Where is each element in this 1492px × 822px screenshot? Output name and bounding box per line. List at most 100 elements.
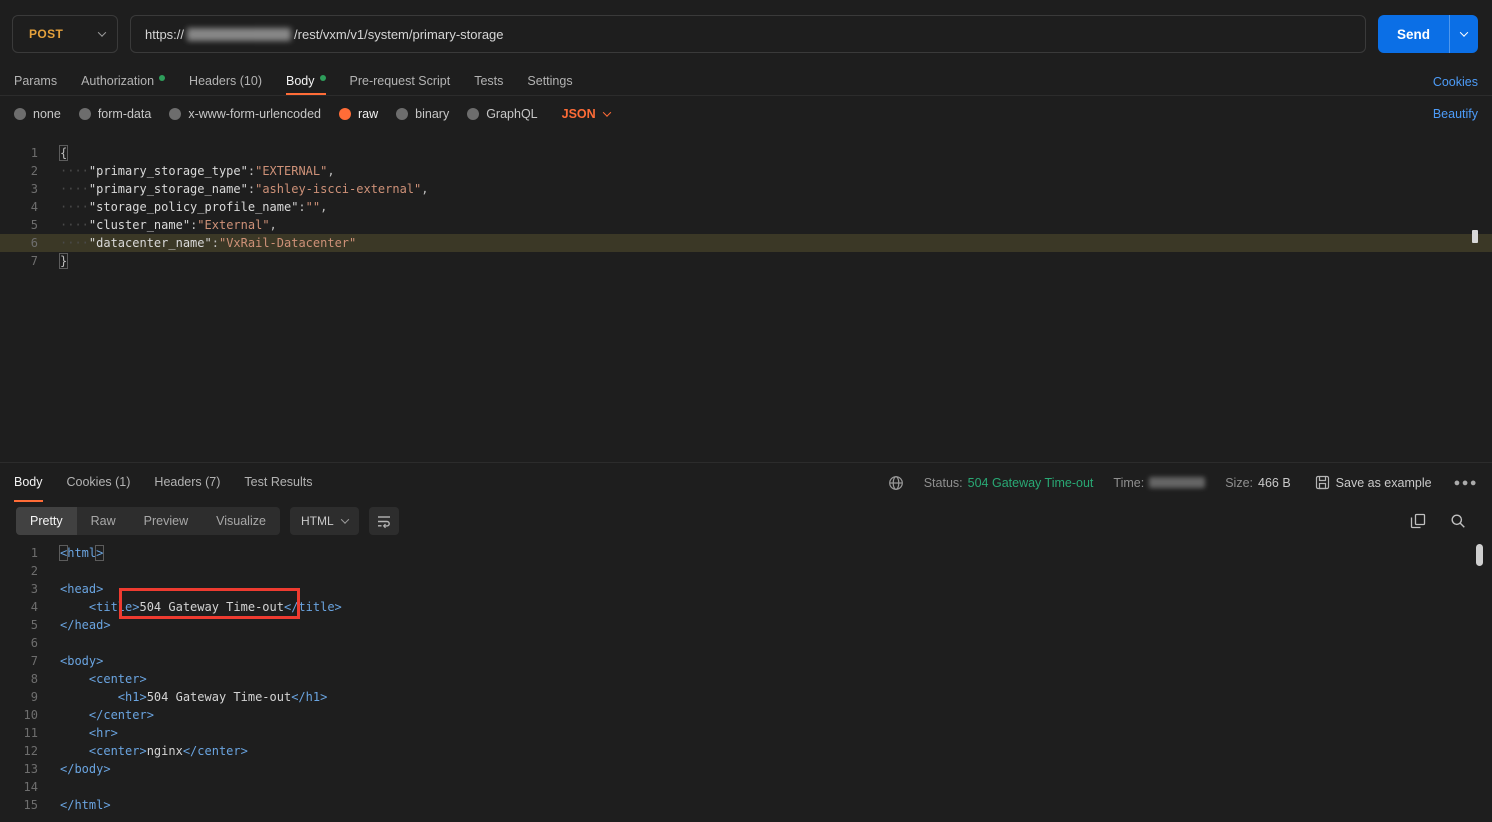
code-line-7[interactable]: 7}	[0, 252, 1492, 270]
cookies-link[interactable]: Cookies	[1433, 75, 1478, 89]
mode-urlencoded-radio[interactable]: x-www-form-urlencoded	[169, 107, 321, 121]
more-options-icon[interactable]: ●●●	[1454, 477, 1478, 489]
code-line-12[interactable]: 12 <center>nginx</center>	[0, 742, 1492, 760]
line-number: 7	[0, 252, 44, 270]
code-line-7[interactable]: 7<body>	[0, 652, 1492, 670]
radio-icon	[396, 108, 408, 120]
modified-dot	[159, 75, 165, 81]
code-line-8[interactable]: 8 <center>	[0, 670, 1492, 688]
tab-label: Tests	[474, 74, 503, 88]
chevron-down-icon	[340, 515, 348, 523]
code-line-1[interactable]: 1{	[0, 144, 1492, 162]
mode-graphql-radio[interactable]: GraphQL	[467, 107, 537, 121]
radio-label: form-data	[98, 107, 152, 121]
time-group: Time:	[1113, 476, 1205, 490]
code-line-1[interactable]: 1<html>	[0, 544, 1492, 562]
line-number: 8	[0, 670, 44, 688]
globe-icon[interactable]	[888, 475, 904, 491]
code-line-15[interactable]: 15 </html>	[0, 796, 1492, 814]
send-button[interactable]: Send	[1378, 15, 1449, 53]
code-line-11[interactable]: 11 <hr>	[0, 724, 1492, 742]
beautify-link[interactable]: Beautify	[1433, 107, 1478, 121]
code-line-6[interactable]: 6····"datacenter_name":"VxRail-Datacente…	[0, 234, 1492, 252]
tab-response-cookies[interactable]: Cookies (1)	[67, 463, 131, 502]
code-text: <center>nginx</center>	[60, 742, 248, 760]
view-pretty-button[interactable]: Pretty	[16, 507, 77, 535]
code-line-3[interactable]: 3····"primary_storage_name":"ashley-iscc…	[0, 180, 1492, 198]
code-line-10[interactable]: 10 </center>	[0, 706, 1492, 724]
line-number: 15	[0, 796, 44, 814]
search-icon[interactable]	[1450, 513, 1466, 529]
size-label: Size:	[1225, 476, 1253, 490]
tab-authorization[interactable]: Authorization	[81, 68, 165, 95]
method-dropdown[interactable]: POST	[12, 15, 118, 53]
code-text: </center>	[60, 706, 154, 724]
wrap-text-icon	[376, 513, 392, 529]
code-line-5[interactable]: 5····"cluster_name":"External",	[0, 216, 1492, 234]
tab-response-headers[interactable]: Headers (7)	[154, 463, 220, 502]
body-mode-row: none form-data x-www-form-urlencoded raw…	[0, 97, 1492, 131]
line-number: 1	[0, 144, 44, 162]
tab-test-results[interactable]: Test Results	[244, 463, 312, 502]
response-action-icons	[1410, 513, 1476, 529]
request-url-bar: POST https:// /rest/vxm/v1/system/primar…	[0, 0, 1492, 68]
tab-tests[interactable]: Tests	[474, 68, 503, 95]
tab-label: Authorization	[81, 74, 154, 88]
code-line-2[interactable]: 2	[0, 562, 1492, 580]
response-view-tabs: Pretty Raw Preview Visualize	[16, 507, 280, 535]
tab-label: Test Results	[244, 475, 312, 489]
view-raw-button[interactable]: Raw	[77, 507, 130, 535]
language-dropdown[interactable]: JSON	[562, 107, 610, 121]
tab-body[interactable]: Body	[286, 68, 326, 95]
code-line-9[interactable]: 9 <h1>504 Gateway Time-out</h1>	[0, 688, 1492, 706]
tab-settings[interactable]: Settings	[527, 68, 572, 95]
copy-icon[interactable]	[1410, 513, 1426, 529]
tab-response-body[interactable]: Body	[14, 463, 43, 502]
code-line-6[interactable]: 6	[0, 634, 1492, 652]
code-text: <body>	[60, 652, 103, 670]
request-tabs: Params Authorization Headers (10) Body P…	[0, 68, 1492, 96]
line-number: 2	[0, 162, 44, 180]
wrap-lines-button[interactable]	[369, 507, 399, 535]
code-text: <hr>	[60, 724, 118, 742]
send-options-button[interactable]	[1450, 15, 1478, 53]
code-text: ····"storage_policy_profile_name":"",	[60, 198, 327, 216]
code-line-2[interactable]: 2····"primary_storage_type":"EXTERNAL",	[0, 162, 1492, 180]
code-text: </html>	[60, 796, 111, 814]
line-number: 4	[0, 198, 44, 216]
tab-label: Params	[14, 74, 57, 88]
mode-binary-radio[interactable]: binary	[396, 107, 449, 121]
url-input[interactable]: https:// /rest/vxm/v1/system/primary-sto…	[130, 15, 1366, 53]
response-body-editor[interactable]: 1<html>23<head>4 <title>504 Gateway Time…	[0, 540, 1492, 822]
code-line-4[interactable]: 4 ····"storage_policy_profile_name":"",	[0, 198, 1492, 216]
mode-none-radio[interactable]: none	[14, 107, 61, 121]
code-line-13[interactable]: 13</body>	[0, 760, 1492, 778]
line-number: 9	[0, 688, 44, 706]
url-path: /rest/vxm/v1/system/primary-storage	[294, 27, 504, 42]
view-visualize-button[interactable]: Visualize	[202, 507, 280, 535]
line-number: 2	[0, 562, 44, 580]
status-group: Status: 504 Gateway Time-out	[924, 476, 1094, 490]
radio-icon	[169, 108, 181, 120]
line-number: 11	[0, 724, 44, 742]
scrollbar-thumb[interactable]	[1476, 544, 1483, 566]
tab-headers[interactable]: Headers (10)	[189, 68, 262, 95]
code-text: <h1>504 Gateway Time-out</h1>	[60, 688, 327, 706]
request-body-editor[interactable]: 1{2····"primary_storage_type":"EXTERNAL"…	[0, 136, 1492, 462]
mode-raw-radio[interactable]: raw	[339, 107, 378, 121]
mode-form-data-radio[interactable]: form-data	[79, 107, 152, 121]
save-as-example-button[interactable]: Save as example	[1315, 475, 1432, 490]
format-label: HTML	[301, 514, 334, 528]
radio-label: binary	[415, 107, 449, 121]
tab-pre-request-script[interactable]: Pre-request Script	[350, 68, 451, 95]
status-value: 504 Gateway Time-out	[968, 476, 1094, 490]
tab-params[interactable]: Params	[14, 68, 57, 95]
code-text: {	[60, 144, 67, 162]
chevron-down-icon	[1460, 28, 1468, 36]
code-line-14[interactable]: 14	[0, 778, 1492, 796]
save-label: Save as example	[1336, 476, 1432, 490]
response-format-dropdown[interactable]: HTML	[290, 507, 359, 535]
view-preview-button[interactable]: Preview	[130, 507, 202, 535]
tab-label: Body	[14, 475, 43, 489]
tab-label: Body	[286, 74, 315, 88]
